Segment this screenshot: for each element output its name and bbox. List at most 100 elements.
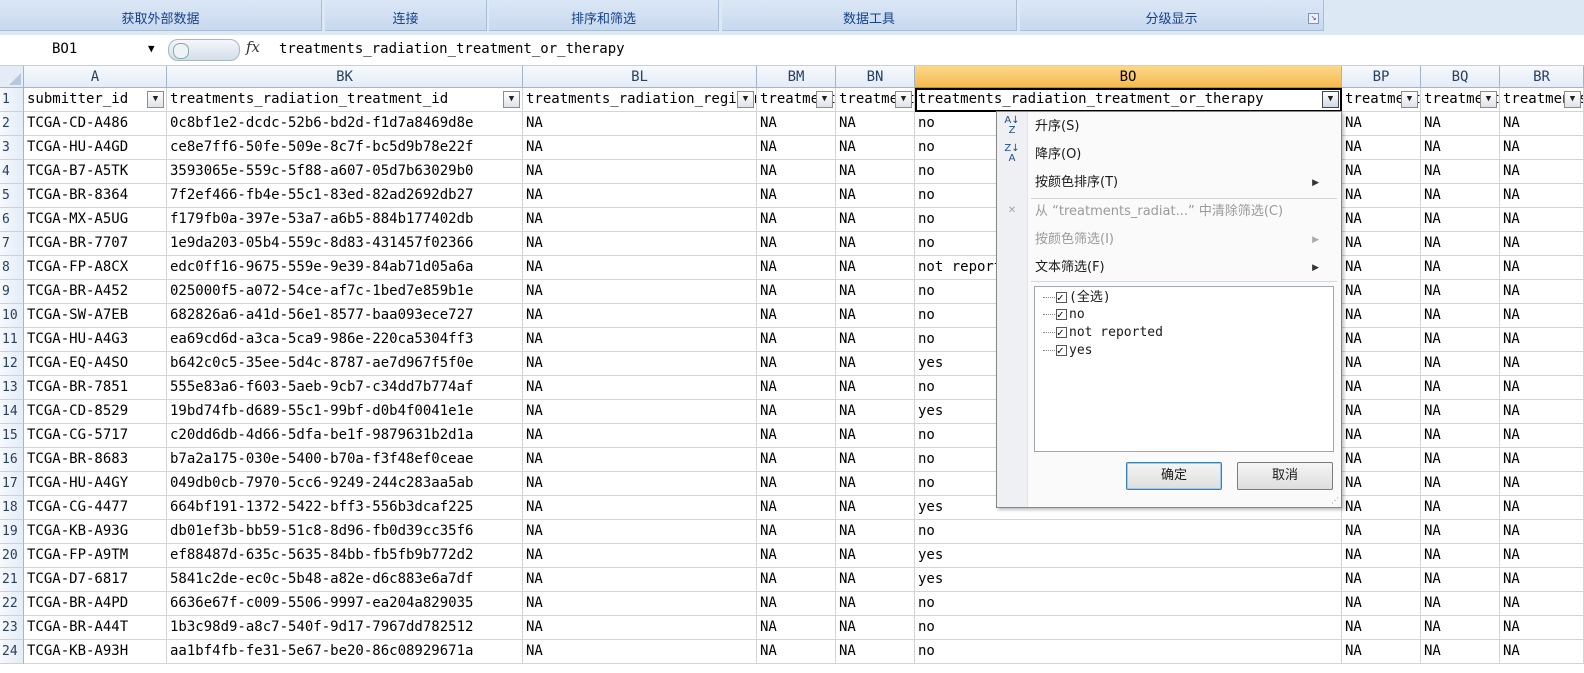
cell-bp[interactable]: NA: [1342, 400, 1421, 424]
filter-dropdown-icon[interactable]: ▼: [1564, 91, 1581, 108]
cell-bn[interactable]: NA: [836, 256, 915, 280]
row-header[interactable]: 14: [0, 400, 24, 424]
cell-bn[interactable]: NA: [836, 520, 915, 544]
row-header[interactable]: 17: [0, 472, 24, 496]
cell-bl[interactable]: NA: [523, 616, 757, 640]
cell-bm[interactable]: NA: [757, 616, 836, 640]
cell-bq[interactable]: NA: [1421, 304, 1500, 328]
cell-bk[interactable]: 025000f5-a072-54ce-af7c-1bed7e859b1e: [167, 280, 523, 304]
cell-br[interactable]: NA: [1500, 400, 1584, 424]
cell-a[interactable]: TCGA-FP-A8CX: [24, 256, 167, 280]
cell-bn[interactable]: NA: [836, 208, 915, 232]
column-header-br[interactable]: BR: [1500, 66, 1584, 88]
filter-option-no[interactable]: no: [1043, 306, 1085, 324]
cell-bl[interactable]: NA: [523, 568, 757, 592]
cell-bl[interactable]: NA: [523, 520, 757, 544]
column-header-bm[interactable]: BM: [757, 66, 836, 88]
cell-bp[interactable]: NA: [1342, 616, 1421, 640]
cell-bn[interactable]: NA: [836, 112, 915, 136]
cell-bm[interactable]: NA: [757, 232, 836, 256]
cell-br[interactable]: NA: [1500, 280, 1584, 304]
cell-bn[interactable]: NA: [836, 544, 915, 568]
cell-bk[interactable]: 1e9da203-05b4-559c-8d83-431457f02366: [167, 232, 523, 256]
cell-bp[interactable]: NA: [1342, 448, 1421, 472]
cell-bp[interactable]: NA: [1342, 160, 1421, 184]
ribbon-group-connections[interactable]: 连接: [325, 0, 487, 31]
cell-a[interactable]: TCGA-BR-8364: [24, 184, 167, 208]
cell-bk[interactable]: 0c8bf1e2-dcdc-52b6-bd2d-f1d7a8469d8e: [167, 112, 523, 136]
cell-a[interactable]: TCGA-BR-8683: [24, 448, 167, 472]
cell-bk[interactable]: 7f2ef466-fb4e-55c1-83ed-82ad2692db27: [167, 184, 523, 208]
cell-br[interactable]: NA: [1500, 232, 1584, 256]
row-header[interactable]: 11: [0, 328, 24, 352]
cell-bn[interactable]: NA: [836, 640, 915, 664]
header-cell-bk[interactable]: treatments_radiation_treatment_id: [167, 88, 523, 112]
column-header-bq[interactable]: BQ: [1421, 66, 1500, 88]
row-header[interactable]: 1: [0, 88, 24, 112]
cell-bk[interactable]: 555e83a6-f603-5aeb-9cb7-c34dd7b774af: [167, 376, 523, 400]
cell-bn[interactable]: NA: [836, 232, 915, 256]
ribbon-group-get-external-data[interactable]: 获取外部数据: [0, 0, 322, 31]
cell-bp[interactable]: NA: [1342, 328, 1421, 352]
cell-bp[interactable]: NA: [1342, 232, 1421, 256]
cell-bm[interactable]: NA: [757, 280, 836, 304]
cell-bp[interactable]: NA: [1342, 520, 1421, 544]
row-header[interactable]: 10: [0, 304, 24, 328]
row-header[interactable]: 6: [0, 208, 24, 232]
cell-bo[interactable]: no: [915, 520, 1342, 544]
filter-dropdown-icon[interactable]: ▼: [895, 91, 912, 108]
checkbox-checked-icon[interactable]: [1056, 342, 1067, 360]
cell-bp[interactable]: NA: [1342, 472, 1421, 496]
cell-bq[interactable]: NA: [1421, 208, 1500, 232]
cell-a[interactable]: TCGA-HU-A4GY: [24, 472, 167, 496]
cell-a[interactable]: TCGA-MX-A5UG: [24, 208, 167, 232]
column-header-a[interactable]: A: [24, 66, 167, 88]
cell-bk[interactable]: 19bd74fb-d689-55c1-99bf-d0b4f0041e1e: [167, 400, 523, 424]
column-header-bl[interactable]: BL: [523, 66, 757, 88]
cell-bq[interactable]: NA: [1421, 376, 1500, 400]
cell-br[interactable]: NA: [1500, 256, 1584, 280]
insert-function-icon[interactable]: fx: [246, 38, 260, 56]
menu-item-sort-descending[interactable]: 降序(O): [1035, 143, 1081, 167]
cell-bl[interactable]: NA: [523, 592, 757, 616]
cell-bo[interactable]: no: [915, 616, 1342, 640]
cell-bn[interactable]: NA: [836, 400, 915, 424]
filter-dropdown-icon[interactable]: ▼: [1322, 91, 1339, 108]
cell-bn[interactable]: NA: [836, 136, 915, 160]
cell-bp[interactable]: NA: [1342, 424, 1421, 448]
cell-bp[interactable]: NA: [1342, 592, 1421, 616]
cell-bl[interactable]: NA: [523, 544, 757, 568]
row-header[interactable]: 16: [0, 448, 24, 472]
column-header-bn[interactable]: BN: [836, 66, 915, 88]
cell-br[interactable]: NA: [1500, 496, 1584, 520]
cell-br[interactable]: NA: [1500, 136, 1584, 160]
cell-bn[interactable]: NA: [836, 352, 915, 376]
cell-br[interactable]: NA: [1500, 424, 1584, 448]
cell-bn[interactable]: NA: [836, 304, 915, 328]
cell-bk[interactable]: 5841c2de-ec0c-5b48-a82e-d6c883e6a7df: [167, 568, 523, 592]
row-header[interactable]: 2: [0, 112, 24, 136]
row-header[interactable]: 24: [0, 640, 24, 664]
cell-bk[interactable]: ce8e7ff6-50fe-509e-8c7f-bc5d9b78e22f: [167, 136, 523, 160]
cell-br[interactable]: NA: [1500, 616, 1584, 640]
cell-bk[interactable]: 682826a6-a41d-56e1-8577-baa093ece727: [167, 304, 523, 328]
cell-bm[interactable]: NA: [757, 256, 836, 280]
cell-bm[interactable]: NA: [757, 184, 836, 208]
cell-bk[interactable]: db01ef3b-bb59-51c8-8d96-fb0d39cc35f6: [167, 520, 523, 544]
cell-bn[interactable]: NA: [836, 568, 915, 592]
row-header[interactable]: 13: [0, 376, 24, 400]
cell-bm[interactable]: NA: [757, 328, 836, 352]
filter-dropdown-icon[interactable]: ▼: [737, 91, 754, 108]
cell-bp[interactable]: NA: [1342, 640, 1421, 664]
cell-bp[interactable]: NA: [1342, 208, 1421, 232]
cell-bq[interactable]: NA: [1421, 520, 1500, 544]
filter-option-yes[interactable]: yes: [1043, 342, 1092, 360]
cell-bp[interactable]: NA: [1342, 304, 1421, 328]
cell-bk[interactable]: ea69cd6d-a3ca-5ca9-986e-220ca5304ff3: [167, 328, 523, 352]
select-all-corner[interactable]: [0, 66, 24, 88]
cell-br[interactable]: NA: [1500, 304, 1584, 328]
cell-bm[interactable]: NA: [757, 160, 836, 184]
cell-bp[interactable]: NA: [1342, 544, 1421, 568]
cell-bm[interactable]: NA: [757, 568, 836, 592]
menu-item-clear-filter[interactable]: 从 “treatments_radiat...” 中清除筛选(C): [1035, 200, 1283, 224]
